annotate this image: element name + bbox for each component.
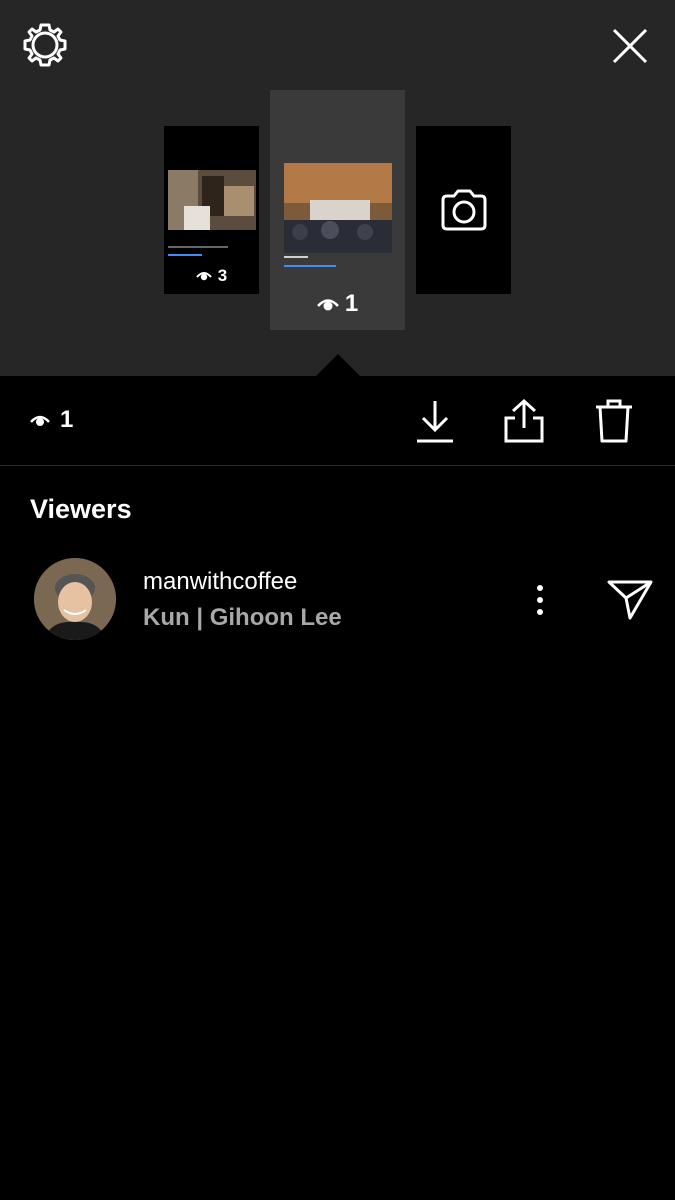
eye-icon bbox=[196, 272, 212, 281]
selected-story-pointer bbox=[316, 354, 360, 376]
eye-icon bbox=[316, 299, 339, 311]
story-view-count: 3 bbox=[164, 266, 259, 286]
trash-icon bbox=[596, 399, 632, 443]
download-icon bbox=[417, 401, 453, 443]
viewer-username[interactable]: manwithcoffee bbox=[143, 568, 297, 596]
close-button[interactable] bbox=[604, 20, 656, 72]
more-vertical-icon bbox=[537, 585, 543, 615]
view-count: 1 bbox=[30, 406, 73, 434]
download-button[interactable] bbox=[410, 394, 460, 448]
story-thumbnail-previous[interactable]: 3 bbox=[164, 126, 259, 294]
close-icon bbox=[612, 28, 648, 64]
viewer-full-name: Kun | Gihoon Lee bbox=[143, 604, 342, 631]
gear-icon bbox=[23, 23, 67, 67]
send-icon bbox=[607, 580, 653, 620]
story-view-count-value: 3 bbox=[217, 266, 228, 285]
story-tray: 3 1 bbox=[0, 0, 675, 376]
add-story-button[interactable] bbox=[416, 126, 511, 294]
send-message-button[interactable] bbox=[604, 576, 656, 624]
share-button[interactable] bbox=[499, 394, 549, 448]
story-view-count: 1 bbox=[270, 290, 405, 318]
more-options-button[interactable] bbox=[520, 578, 560, 622]
view-count-value: 1 bbox=[60, 406, 74, 433]
settings-button[interactable] bbox=[18, 18, 72, 72]
story-thumbnail-current[interactable]: 1 bbox=[270, 90, 405, 330]
avatar-image bbox=[34, 558, 116, 640]
viewers-heading: Viewers bbox=[30, 494, 132, 524]
avatar[interactable] bbox=[34, 558, 116, 640]
story-actions-bar: 1 bbox=[0, 376, 675, 466]
viewer-row[interactable]: manwithcoffee Kun | Gihoon Lee bbox=[0, 556, 675, 642]
share-icon bbox=[504, 398, 544, 443]
delete-button[interactable] bbox=[589, 394, 639, 448]
eye-icon bbox=[30, 415, 50, 426]
camera-icon bbox=[441, 189, 486, 231]
story-view-count-value: 1 bbox=[344, 290, 359, 317]
